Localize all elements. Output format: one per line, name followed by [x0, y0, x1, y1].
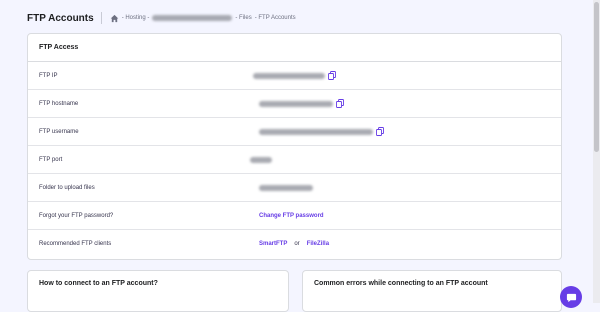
breadcrumb-domain-redacted[interactable] — [152, 15, 233, 21]
scrollbar-thumb[interactable] — [594, 2, 599, 152]
title-divider — [100, 12, 102, 24]
ftp-username-value — [259, 127, 384, 136]
chat-button[interactable] — [560, 286, 582, 308]
copy-icon[interactable] — [336, 99, 344, 108]
how-to-connect-card[interactable]: How to connect to an FTP account? — [27, 270, 289, 312]
ftp-access-card: FTP Access FTP IP FTP hostname FTP usern… — [27, 33, 562, 260]
recommended-clients-row: Recommended FTP clients SmartFTP or File… — [28, 230, 561, 257]
copy-icon[interactable] — [376, 127, 384, 136]
copy-icon[interactable] — [328, 71, 336, 80]
page-title: FTP Accounts — [27, 12, 94, 24]
page-header: FTP Accounts - Hosting - - Files - FTP A… — [27, 10, 570, 26]
ftp-ip-value — [253, 71, 336, 80]
ftp-ip-label: FTP IP — [39, 72, 58, 79]
ftp-port-redacted — [250, 156, 272, 163]
ftp-hostname-value — [259, 99, 344, 108]
breadcrumb-ftp-accounts: - FTP Accounts — [254, 15, 296, 21]
breadcrumb: - Hosting - - Files - FTP Accounts — [110, 14, 296, 23]
upload-folder-row: Folder to upload files — [28, 174, 561, 202]
upload-folder-label: Folder to upload files — [39, 184, 95, 191]
ftp-port-row: FTP port — [28, 146, 561, 174]
ftp-hostname-redacted — [259, 100, 333, 107]
ftp-username-label: FTP username — [39, 128, 79, 135]
how-to-connect-title: How to connect to an FTP account? — [39, 280, 158, 287]
upload-folder-redacted — [259, 184, 313, 191]
chat-icon — [566, 293, 576, 302]
forgot-password-row: Forgot your FTP password? Change FTP pas… — [28, 202, 561, 230]
ftp-access-title: FTP Access — [28, 34, 561, 62]
home-icon[interactable] — [110, 14, 119, 23]
breadcrumb-hosting[interactable]: - Hosting - — [122, 15, 150, 21]
ftp-ip-row: FTP IP — [28, 62, 561, 90]
ftp-username-redacted — [259, 128, 373, 135]
filezilla-link[interactable]: FileZilla — [307, 241, 329, 247]
smartftp-link[interactable]: SmartFTP — [259, 241, 287, 247]
change-ftp-password-link[interactable]: Change FTP password — [259, 213, 324, 219]
ftp-hostname-row: FTP hostname — [28, 90, 561, 118]
ftp-ip-redacted — [253, 72, 325, 79]
breadcrumb-files[interactable]: - Files — [235, 15, 251, 21]
ftp-hostname-label: FTP hostname — [39, 100, 79, 107]
ftp-port-label: FTP port — [39, 156, 63, 163]
recommended-clients-value: SmartFTP or FileZilla — [259, 241, 329, 247]
common-errors-title: Common errors while connecting to an FTP… — [314, 280, 488, 287]
forgot-password-value: Change FTP password — [259, 213, 324, 219]
ftp-port-value — [250, 156, 272, 163]
common-errors-card[interactable]: Common errors while connecting to an FTP… — [302, 270, 562, 312]
upload-folder-value — [259, 184, 313, 191]
forgot-password-label: Forgot your FTP password? — [39, 212, 114, 219]
recommended-clients-label: Recommended FTP clients — [39, 240, 112, 247]
ftp-username-row: FTP username — [28, 118, 561, 146]
or-text: or — [294, 240, 300, 247]
